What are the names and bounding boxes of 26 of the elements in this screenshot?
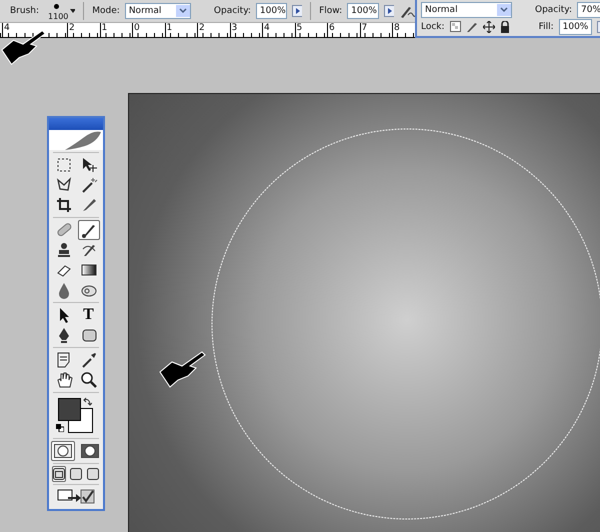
brush-picker[interactable]: 1100 [44,0,66,22]
ruler-number: 0 [132,23,140,38]
ruler-number: 6 [327,23,335,38]
brush-label: Brush: [10,6,40,16]
ruler-number: 2 [67,23,75,38]
fill-label: Fill: [538,22,554,32]
opacity-label: Opacity: [214,6,251,16]
opacity-label: Opacity: [535,4,572,14]
lock-label: Lock: [421,22,445,32]
blend-mode-dropdown[interactable]: Normal [421,2,512,18]
ruler-number: 4 [262,23,270,38]
ruler-number: 1 [100,23,108,38]
ruler-number: 7 [360,23,368,38]
ruler-number: 2 [197,23,205,38]
opacity-field[interactable]: 100% [256,3,288,19]
type-tool-button[interactable]: T [78,305,100,325]
ruler-number: 1 [164,23,172,38]
ruler-number: 8 [392,23,400,38]
fill-field[interactable]: 100% [558,18,592,34]
ruler-number: 4 [2,23,10,38]
flow-field[interactable]: 100% [347,3,379,19]
ruler-number: 3 [230,23,238,38]
mode-label: Mode: [92,6,120,16]
mode-dropdown[interactable]: Normal [124,3,191,19]
ruler-number: 5 [294,23,302,38]
flow-label: Flow: [319,6,342,16]
